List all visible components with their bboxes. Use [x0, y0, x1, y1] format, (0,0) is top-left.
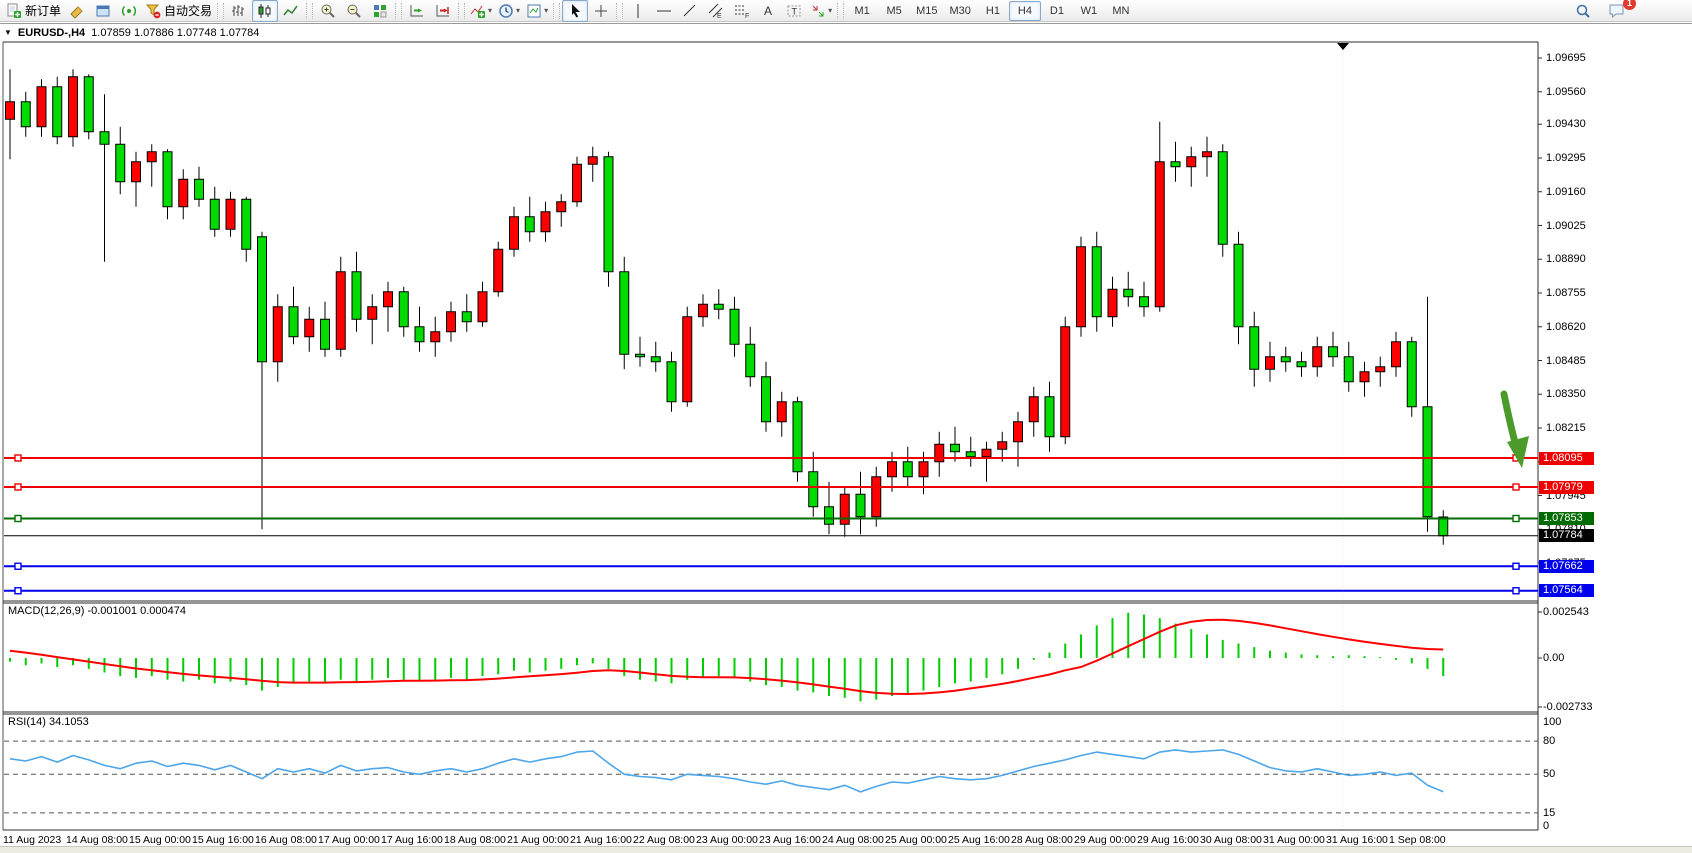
rsi-axis-label: 0 [1543, 820, 1549, 832]
line-price-label: 1.07979 [1539, 481, 1594, 494]
rsi-indicator-label: RSI(14) 34.1053 [8, 716, 89, 728]
time-axis-label: 15 Aug 16:00 [192, 834, 254, 846]
time-axis-label: 14 Aug 08:00 [66, 834, 128, 846]
macd-histogram [10, 613, 1443, 702]
time-axis-label: 17 Aug 16:00 [381, 834, 443, 846]
time-axis-label: 1 Sep 08:00 [1389, 834, 1446, 846]
price-tick-label: 1.09160 [1546, 186, 1586, 198]
price-tick-label: 1.09695 [1546, 52, 1586, 64]
time-axis-label: 25 Aug 00:00 [885, 834, 947, 846]
time-axis-label: 11 Aug 2023 [3, 834, 61, 846]
rsi-axis-label: 15 [1543, 807, 1555, 819]
time-axis-label: 25 Aug 16:00 [948, 834, 1010, 846]
time-axis-label: 31 Aug 00:00 [1263, 834, 1325, 846]
time-axis-label: 29 Aug 16:00 [1137, 834, 1199, 846]
line-price-label: 1.07564 [1539, 584, 1594, 597]
price-tick-label: 1.08350 [1546, 388, 1586, 400]
price-tick-label: 1.09430 [1546, 118, 1586, 130]
rsi-axis-label: 80 [1543, 735, 1555, 747]
price-tick-label: 1.08755 [1546, 287, 1586, 299]
price-tick-label: 1.08890 [1546, 253, 1586, 265]
macd-indicator-label: MACD(12,26,9) -0.001001 0.000474 [8, 605, 186, 617]
time-axis-label: 18 Aug 08:00 [444, 834, 506, 846]
time-axis-label: 30 Aug 08:00 [1200, 834, 1262, 846]
price-tick-label: 1.08215 [1546, 422, 1586, 434]
price-tick-label: 1.08485 [1546, 355, 1586, 367]
macd-axis-label: 0.002543 [1543, 606, 1589, 618]
time-axis-label: 22 Aug 08:00 [633, 834, 695, 846]
time-axis-label: 15 Aug 00:00 [129, 834, 191, 846]
time-axis-label: 31 Aug 16:00 [1326, 834, 1388, 846]
price-tick-label: 1.09025 [1546, 220, 1586, 232]
line-price-label: 1.07853 [1539, 512, 1594, 525]
rsi-axis-label: 100 [1543, 716, 1561, 728]
time-axis-label: 28 Aug 08:00 [1011, 834, 1073, 846]
price-tick-label: 1.08620 [1546, 321, 1586, 333]
chart-canvas[interactable] [0, 0, 1692, 853]
price-tick-label: 1.09560 [1546, 86, 1586, 98]
time-axis-label: 21 Aug 00:00 [507, 834, 569, 846]
time-axis-label: 23 Aug 00:00 [696, 834, 758, 846]
annotation-arrow-down [1504, 394, 1529, 468]
time-axis-label: 24 Aug 08:00 [822, 834, 884, 846]
time-axis-label: 21 Aug 16:00 [570, 834, 632, 846]
bid-price-label: 1.07784 [1539, 529, 1594, 542]
status-bar [0, 846, 1692, 853]
price-tick-label: 1.09295 [1546, 152, 1586, 164]
time-axis-label: 17 Aug 00:00 [318, 834, 380, 846]
rsi-axis-label: 50 [1543, 768, 1555, 780]
macd-axis-label: -0.002733 [1543, 701, 1593, 713]
time-axis-label: 16 Aug 08:00 [255, 834, 317, 846]
macd-axis-label: 0.00 [1543, 652, 1564, 664]
time-axis-label: 29 Aug 00:00 [1074, 834, 1136, 846]
line-price-label: 1.07662 [1539, 560, 1594, 573]
line-price-label: 1.08095 [1539, 452, 1594, 465]
candlestick-series [6, 69, 1448, 545]
time-axis-label: 23 Aug 16:00 [759, 834, 821, 846]
